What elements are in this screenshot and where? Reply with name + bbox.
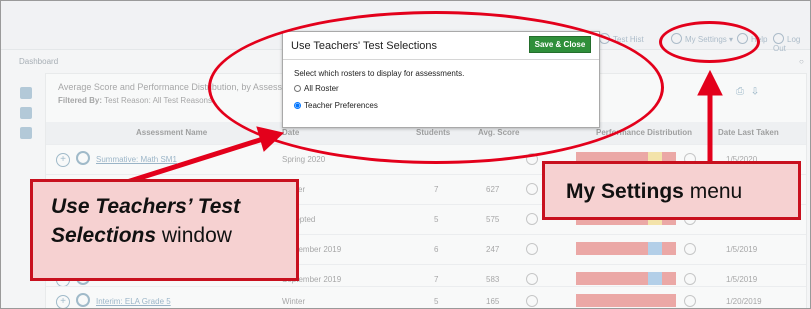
callout-italic-line1: Use Teachers’ Test — [51, 195, 241, 218]
callout-modal-label: Use Teachers’ Test Selections window — [30, 179, 299, 281]
screenshot-frame: Test Hist My Settings ▾ Help Log Out Das… — [0, 0, 811, 309]
callout-bold: My Settings — [566, 180, 684, 203]
callout-plain: window — [161, 224, 232, 247]
callout-plain: menu — [689, 180, 743, 203]
arrow-head-settings — [697, 69, 723, 96]
arrow-head-modal — [256, 126, 285, 152]
callout-italic-line2: Selections — [51, 224, 157, 247]
callout-settings-label: My Settings menu — [542, 161, 801, 220]
